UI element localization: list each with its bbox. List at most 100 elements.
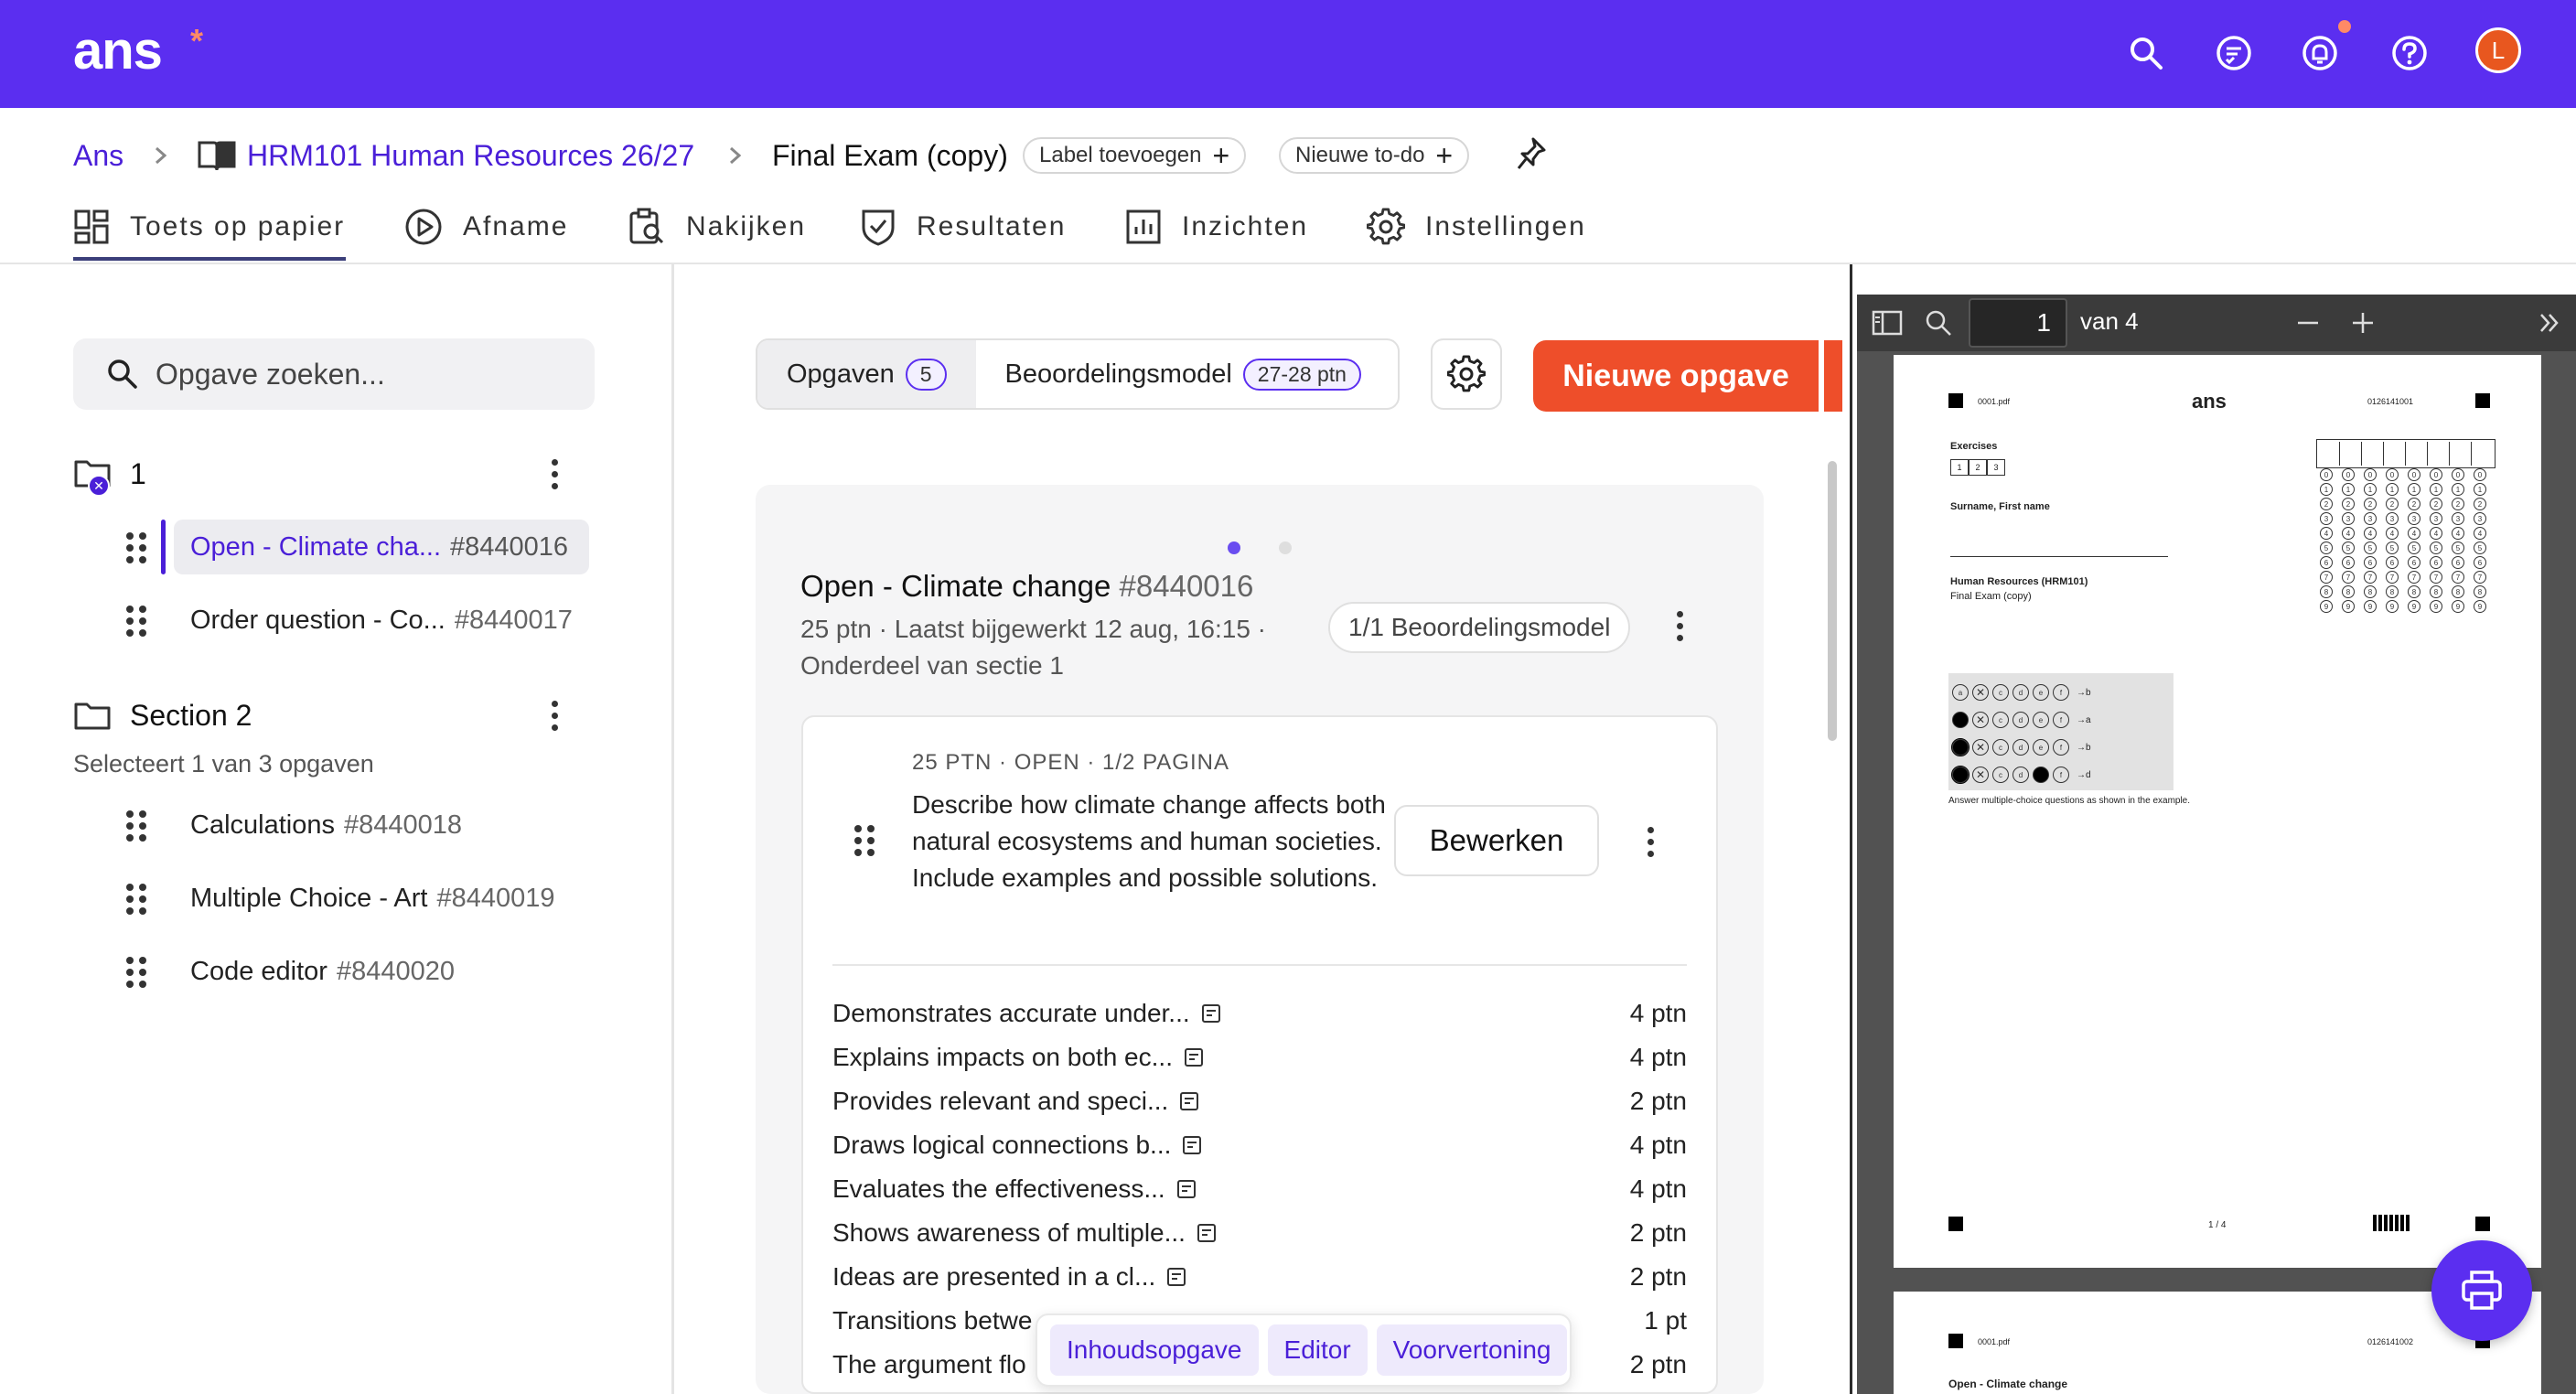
criterion-row[interactable]: Demonstrates accurate under... 4 ptn (832, 995, 1687, 1032)
page-number-input[interactable] (1969, 298, 2067, 348)
criterion-row[interactable]: Evaluates the effectiveness... 4 ptn (832, 1171, 1687, 1207)
criterion-row[interactable]: Provides relevant and speci... 2 ptn (832, 1083, 1687, 1120)
content-menu-icon[interactable] (1637, 820, 1663, 863)
pdf-page-1: 0001.pdf ans 0126141001 Exercises 1 2 3 … (1894, 355, 2541, 1268)
tab-instellingen[interactable]: Instellingen (1367, 201, 1586, 252)
student-number-bubble: 2 (2364, 498, 2377, 510)
tab-resultaten[interactable]: Resultaten (860, 201, 1066, 252)
drag-handle-icon[interactable] (854, 825, 875, 856)
new-question-button[interactable]: Nieuwe opgave (1533, 340, 1819, 412)
drag-handle-icon[interactable] (126, 810, 146, 842)
criterion-label: Transitions betwe (832, 1306, 1033, 1335)
tab-label: Nakijken (686, 211, 807, 241)
print-button[interactable] (2431, 1240, 2532, 1341)
ans-logo[interactable]: ans * (73, 20, 203, 81)
sidebar-toggle-icon[interactable] (1866, 302, 1908, 344)
student-number-bubble: 4 (2386, 527, 2399, 540)
zoom-out-icon[interactable] (2287, 302, 2329, 344)
exercise-box: 3 (1987, 459, 2005, 476)
student-number-bubble: 0 (2474, 468, 2486, 481)
sidebar-question-item[interactable]: Code editor #8440020 (174, 944, 455, 999)
editor-button[interactable]: Editor (1267, 1324, 1368, 1376)
search-icon[interactable] (2120, 27, 2172, 79)
scrollbar[interactable] (1828, 461, 1837, 741)
tab-afname[interactable]: Afname (404, 201, 568, 252)
tab-nakijken[interactable]: Nakijken (628, 201, 806, 252)
bell-icon[interactable] (2294, 27, 2345, 79)
rubric-pill[interactable]: 1/1 Beoordelingsmodel (1328, 602, 1631, 653)
barcode (2373, 1215, 2411, 1231)
plus-icon: + (1435, 139, 1454, 172)
student-number-bubble: 1 (2474, 483, 2486, 496)
section-2-menu-icon[interactable] (542, 693, 567, 737)
toc-button[interactable]: Inhoudsopgave (1050, 1324, 1259, 1376)
search-input[interactable] (156, 357, 540, 391)
question-menu-icon[interactable] (1667, 604, 1692, 648)
new-todo-button[interactable]: Nieuwe to-do + (1279, 137, 1470, 174)
section-2-header[interactable]: Section 2 (73, 693, 252, 737)
question-section: Onderdeel van sectie 1 (800, 651, 1064, 680)
exercise-box: 2 (1969, 459, 1987, 476)
avatar[interactable]: L (2475, 27, 2521, 73)
student-number-bubble: 6 (2474, 556, 2486, 569)
mc-bubble: f (2053, 739, 2069, 756)
student-number-bubble: 1 (2408, 483, 2420, 496)
student-number-bubble: 9 (2320, 600, 2333, 613)
student-number-bubble: 1 (2452, 483, 2464, 496)
sidebar-question-item[interactable]: Multiple Choice - Art #8440019 (174, 871, 555, 926)
student-number-bubble: 8 (2452, 585, 2464, 598)
criterion-row[interactable]: Ideas are presented in a cl... 2 ptn (832, 1259, 1687, 1295)
drag-handle-icon[interactable] (126, 532, 146, 563)
mc-answer: →d (2077, 769, 2091, 780)
drag-handle-icon[interactable] (126, 884, 146, 915)
criterion-row[interactable]: Draws logical connections b... 4 ptn (832, 1127, 1687, 1163)
question-label: Calculations (190, 810, 335, 840)
mc-bubble: c (1992, 739, 2009, 756)
more-tools-icon[interactable] (2528, 302, 2571, 344)
section-1-header[interactable]: ✕ 1 (73, 452, 146, 497)
edit-button[interactable]: Bewerken (1394, 805, 1599, 876)
section-1-menu-icon[interactable] (542, 452, 567, 496)
question-id: #8440016 (450, 531, 569, 562)
student-number-bubble: 0 (2342, 468, 2355, 481)
student-number-bubble: 6 (2342, 556, 2355, 569)
sidebar-question-item[interactable]: Order question - Co... #8440017 (174, 593, 573, 648)
criterion-label: Shows awareness of multiple... (832, 1218, 1186, 1247)
breadcrumb-course[interactable]: HRM101 Human Resources 26/27 (247, 137, 694, 174)
breadcrumb-root[interactable]: Ans (73, 137, 123, 174)
student-number-grid (2316, 439, 2496, 468)
gear-icon (1367, 208, 1405, 245)
student-number-bubble: 7 (2320, 571, 2333, 584)
question-title-text: Open - Climate change (800, 569, 1111, 603)
new-question-dropdown[interactable] (1824, 340, 1842, 412)
tab-opgaven[interactable]: Opgaven 5 (757, 340, 976, 408)
preview-button[interactable]: Voorvertoning (1376, 1324, 1568, 1376)
tab-toets-op-papier[interactable]: Toets op papier (73, 201, 345, 252)
checklist-icon[interactable] (2208, 27, 2259, 79)
pin-icon[interactable] (1515, 135, 1548, 172)
pdf-panel-border (1850, 264, 1852, 1394)
sidebar-question-item[interactable]: Open - Climate cha... #8440016 (161, 520, 589, 574)
tab-beoordelingsmodel[interactable]: Beoordelingsmodel 27-28 ptn (976, 340, 1390, 408)
registration-mark (1948, 1334, 1963, 1348)
drag-handle-icon[interactable] (126, 606, 146, 637)
student-number-bubble: 2 (2386, 498, 2399, 510)
help-icon[interactable] (2384, 27, 2435, 79)
student-number-bubble: 2 (2320, 498, 2333, 510)
add-label-button[interactable]: Label toevoegen + (1023, 137, 1247, 174)
criterion-row[interactable]: Shows awareness of multiple... 2 ptn (832, 1215, 1687, 1251)
tab-inzichten[interactable]: Inzichten (1125, 201, 1308, 252)
settings-button[interactable] (1431, 338, 1502, 410)
new-todo-text: Nieuwe to-do (1295, 143, 1425, 167)
carousel-dot-active[interactable] (1228, 542, 1240, 554)
student-number-bubble: 4 (2320, 527, 2333, 540)
zoom-in-icon[interactable] (2342, 302, 2384, 344)
question-search[interactable] (73, 338, 595, 410)
criterion-row[interactable]: Explains impacts on both ec... 4 ptn (832, 1039, 1687, 1076)
mc-instruction: Answer multiple-choice questions as show… (1948, 796, 2191, 806)
sidebar-question-item[interactable]: Calculations #8440018 (174, 798, 462, 852)
criterion-points: 2 ptn (1629, 1218, 1687, 1247)
carousel-dot[interactable] (1279, 542, 1292, 554)
drag-handle-icon[interactable] (126, 957, 146, 988)
pdf-search-icon[interactable] (1917, 302, 1959, 344)
